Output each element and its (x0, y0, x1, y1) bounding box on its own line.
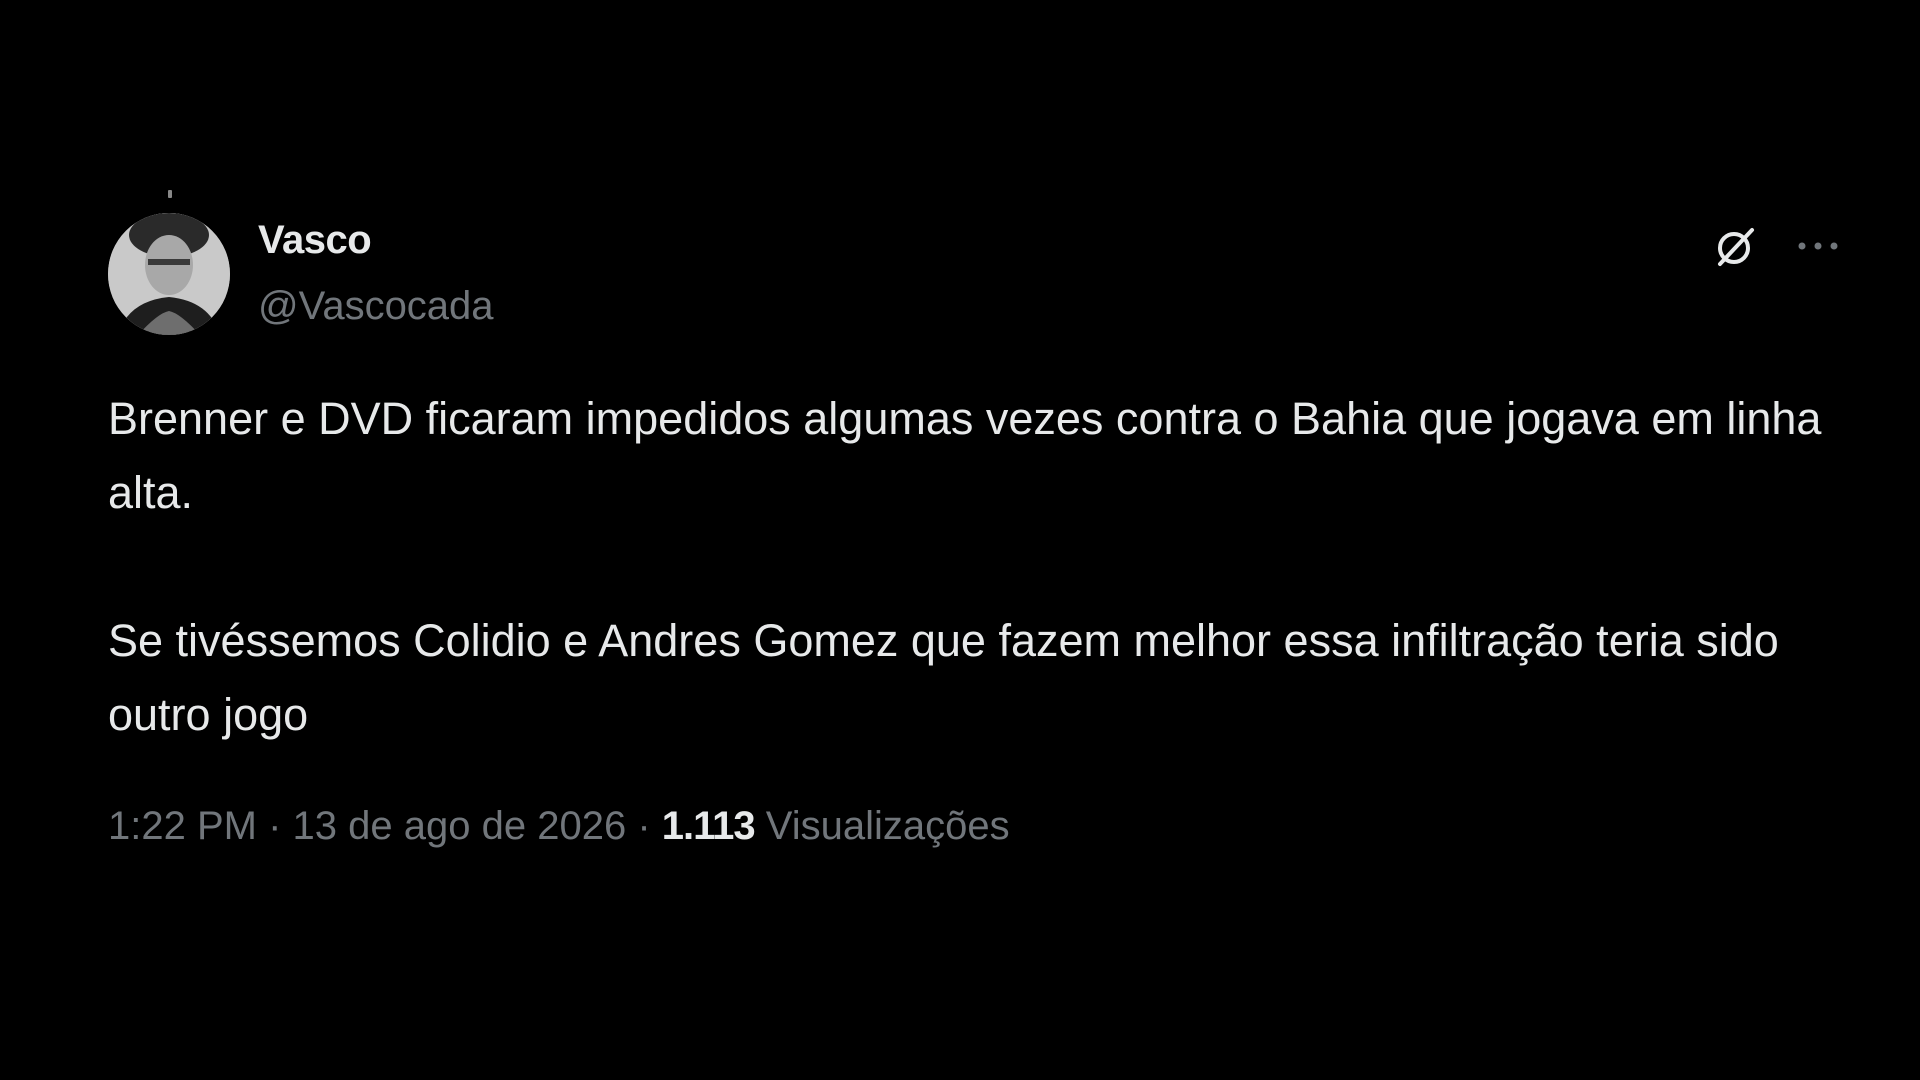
meta-separator: · (637, 804, 651, 848)
tweet-date[interactable]: 13 de ago de 2026 (293, 804, 627, 848)
author-handle[interactable]: @Vascocada (258, 284, 494, 329)
tweet-time[interactable]: 1:22 PM (108, 804, 257, 848)
author-display-name[interactable]: Vasco (258, 218, 372, 263)
tweet-card: Vasco @Vascocada Brenner e DVD ficaram i… (0, 0, 1920, 1080)
tweet-paragraph: Se tivéssemos Colidio e Andres Gomez que… (108, 615, 1779, 740)
avatar-image (108, 213, 230, 335)
grok-button[interactable] (1708, 218, 1764, 274)
avatar[interactable] (108, 213, 230, 335)
grok-icon (1718, 228, 1754, 266)
avatar-marker (168, 190, 172, 198)
more-options-button[interactable] (1790, 224, 1846, 268)
views-count: 1.113 (661, 804, 756, 848)
meta-separator: · (268, 804, 282, 848)
tweet-metadata: 1:22 PM · 13 de ago de 2026 · 1.113 Visu… (108, 804, 1010, 849)
tweet-text: Brenner e DVD ficaram impedidos algumas … (108, 382, 1828, 752)
tweet-paragraph: Brenner e DVD ficaram impedidos algumas … (108, 393, 1822, 518)
more-options-icon (1798, 242, 1838, 250)
views-label: Visualizações (765, 804, 1010, 848)
